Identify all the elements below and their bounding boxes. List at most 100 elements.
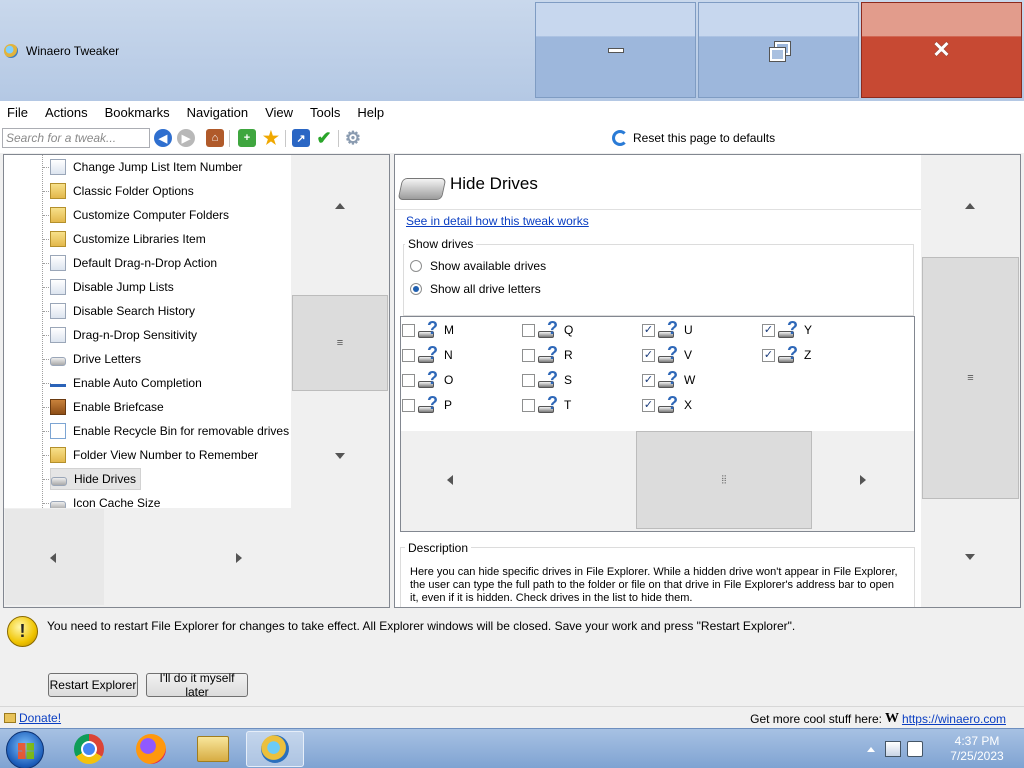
checkbox-unchecked[interactable] <box>402 373 415 387</box>
scroll-right-arrow-icon[interactable] <box>236 553 242 563</box>
tree-horizontal-scrollbar[interactable] <box>4 508 389 607</box>
drive-checkbox-item[interactable]: ? Q <box>522 318 573 340</box>
drive-checkbox-item[interactable]: ? S <box>522 368 572 390</box>
drive-checkbox-item[interactable]: ? T <box>522 393 571 415</box>
checkbox-checked[interactable]: ✓ <box>642 373 655 387</box>
content-scroll-thumb[interactable]: ≡ <box>922 257 1019 499</box>
close-button[interactable]: ✕ <box>861 2 1022 98</box>
drive-checkbox-item[interactable]: ✓? Y <box>762 318 812 340</box>
page-header: Hide Drives <box>395 155 921 210</box>
scroll-left-arrow-icon[interactable] <box>50 553 56 563</box>
close-icon: ✕ <box>932 37 951 62</box>
checkbox-unchecked[interactable] <box>522 398 535 412</box>
menu-navigation[interactable]: Navigation <box>187 105 248 120</box>
tree-item[interactable]: Disable Jump Lists <box>50 276 178 298</box>
tree-scroll-thumb[interactable]: ≡ <box>292 295 388 391</box>
taskbar-clock[interactable]: 4:37 PM 7/25/2023 <box>946 734 1008 764</box>
checkbox-checked[interactable]: ✓ <box>762 323 775 337</box>
apply-check-icon[interactable]: ✔ <box>315 128 333 148</box>
restore-button[interactable] <box>698 2 859 98</box>
drive-checkbox-item[interactable]: ? P <box>402 393 452 415</box>
do-it-later-button[interactable]: I'll do it myself later <box>146 671 248 699</box>
drives-scroll-left-icon[interactable] <box>447 475 453 485</box>
radio-show-all-drive-letters[interactable]: Show all drive letters <box>410 282 541 296</box>
checkbox-checked[interactable]: ✓ <box>642 348 655 362</box>
drive-checkbox-item[interactable]: ✓? Z <box>762 343 811 365</box>
scroll-up-arrow-icon[interactable] <box>335 203 345 209</box>
menu-help[interactable]: Help <box>357 105 384 120</box>
tweak-tree[interactable]: Change Jump List Item Number Classic Fold… <box>4 155 291 508</box>
network-icon[interactable] <box>885 741 901 757</box>
donate-link[interactable]: Donate! <box>19 711 61 725</box>
checkbox-unchecked[interactable] <box>522 373 535 387</box>
search-input[interactable] <box>2 128 150 148</box>
tree-item[interactable]: Classic Folder Options <box>50 180 198 202</box>
back-icon[interactable]: ◀ <box>154 129 172 147</box>
tree-item[interactable]: Disable Search History <box>50 300 199 322</box>
tree-item[interactable]: Drag-n-Drop Sensitivity <box>50 324 201 346</box>
menu-bookmarks[interactable]: Bookmarks <box>105 105 170 120</box>
checkbox-unchecked[interactable] <box>402 398 415 412</box>
checkbox-checked[interactable]: ✓ <box>642 398 655 412</box>
tree-item[interactable]: Enable Auto Completion <box>50 372 206 394</box>
drive-checkbox-item[interactable]: ? N <box>402 343 453 365</box>
menu-tools[interactable]: Tools <box>310 105 340 120</box>
scroll-down-arrow-icon[interactable] <box>335 453 345 459</box>
drives-scroll-right-icon[interactable] <box>860 475 866 485</box>
tree-vertical-scrollbar[interactable]: ≡ <box>291 155 389 508</box>
bookmarks-star-icon[interactable]: ★ <box>262 128 280 148</box>
drive-checkbox-item[interactable]: ✓? X <box>642 393 692 415</box>
menu-view[interactable]: View <box>265 105 293 120</box>
tweak-content-panel: Hide Drives See in detail how this tweak… <box>394 154 1021 608</box>
volume-muted-icon[interactable] <box>907 741 923 757</box>
tree-item[interactable]: Drive Letters <box>50 348 145 370</box>
content-scroll-down-icon[interactable] <box>965 554 975 560</box>
tree-item[interactable]: Customize Libraries Item <box>50 228 210 250</box>
start-button[interactable] <box>6 731 44 768</box>
checkbox-unchecked[interactable] <box>522 348 535 362</box>
tree-item[interactable]: Default Drag-n-Drop Action <box>50 252 221 274</box>
taskbar-firefox[interactable] <box>122 731 180 767</box>
tree-item[interactable]: Enable Recycle Bin for removable drives <box>50 420 291 442</box>
tree-item[interactable]: Customize Computer Folders <box>50 204 233 226</box>
settings-gear-icon[interactable]: ⚙ <box>344 128 362 148</box>
add-bookmark-icon[interactable]: + <box>238 129 256 147</box>
checkbox-checked[interactable]: ✓ <box>762 348 775 362</box>
shortcut-icon[interactable]: ↗ <box>292 129 310 147</box>
taskbar-chrome[interactable] <box>60 731 118 767</box>
drive-letters-list[interactable]: ? M ? N ? O ? P ? Q ? R ? S ? T ✓? U ✓? V ✓? W ✓? X ✓? Y ✓? Z ⦙⦙ <box>400 316 915 532</box>
drives-scroll-thumb[interactable]: ⦙⦙ <box>636 431 812 529</box>
radio-show-available-drives[interactable]: Show available drives <box>410 259 546 273</box>
content-vertical-scrollbar[interactable]: ≡ <box>921 155 1020 607</box>
minimize-button[interactable] <box>535 2 696 98</box>
home-icon[interactable]: ⌂ <box>206 129 224 147</box>
unknown-drive-icon: ? <box>418 318 442 339</box>
drive-checkbox-item[interactable]: ✓? W <box>642 368 695 390</box>
tree-item[interactable]: Folder View Number to Remember <box>50 444 262 466</box>
drive-checkbox-item[interactable]: ? O <box>402 368 453 390</box>
drive-checkbox-item[interactable]: ✓? V <box>642 343 692 365</box>
tree-item[interactable]: Hide Drives <box>50 468 142 490</box>
drive-checkbox-item[interactable]: ? M <box>402 318 454 340</box>
winaero-website-link[interactable]: https://winaero.com <box>902 712 1006 726</box>
drives-horizontal-scrollbar[interactable]: ⦙⦙ <box>401 431 914 531</box>
menu-actions[interactable]: Actions <box>45 105 88 120</box>
tree-item[interactable]: Enable Briefcase <box>50 396 168 418</box>
drive-checkbox-item[interactable]: ✓? U <box>642 318 693 340</box>
tree-item[interactable]: Icon Cache Size <box>50 492 164 508</box>
menu-file[interactable]: File <box>7 105 28 120</box>
content-scroll-up-icon[interactable] <box>965 203 975 209</box>
reset-page-button[interactable]: Reset this page to defaults <box>612 129 775 147</box>
taskbar-winaero-tweaker[interactable] <box>246 731 304 767</box>
tweak-details-link[interactable]: See in detail how this tweak works <box>406 214 589 228</box>
checkbox-unchecked[interactable] <box>402 348 415 362</box>
forward-icon[interactable]: ▶ <box>177 129 195 147</box>
drive-checkbox-item[interactable]: ? R <box>522 343 573 365</box>
checkbox-unchecked[interactable] <box>402 323 415 337</box>
restart-explorer-button[interactable]: Restart Explorer <box>48 673 138 697</box>
tree-item[interactable]: Change Jump List Item Number <box>50 156 246 178</box>
show-hidden-icons-icon[interactable] <box>867 746 875 752</box>
taskbar-file-explorer[interactable] <box>184 731 242 767</box>
checkbox-unchecked[interactable] <box>522 323 535 337</box>
checkbox-checked[interactable]: ✓ <box>642 323 655 337</box>
